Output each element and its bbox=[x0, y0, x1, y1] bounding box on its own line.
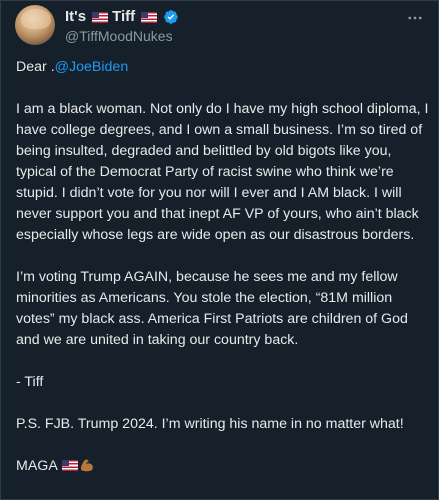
display-name-prefix[interactable]: It's bbox=[65, 8, 86, 26]
tweet-text: Dear .@JoeBiden I am a black woman. Not … bbox=[16, 57, 431, 498]
us-flag-icon bbox=[61, 460, 78, 471]
verified-badge-icon bbox=[163, 9, 179, 25]
tweet-header: It's Tiff @TiffMoodNukes bbox=[15, 5, 428, 45]
avatar[interactable] bbox=[15, 5, 55, 45]
signoff: - Tiff bbox=[16, 374, 44, 390]
display-name-main[interactable]: Tiff bbox=[112, 8, 135, 26]
author-handle[interactable]: @TiffMoodNukes bbox=[65, 28, 183, 45]
mention-link[interactable]: @JoeBiden bbox=[55, 59, 129, 75]
postscript: P.S. FJB. Trump 2024. I’m writing his na… bbox=[16, 416, 404, 432]
greeting-prefix: Dear . bbox=[16, 59, 55, 75]
tweet-card: It's Tiff @TiffMoodNukes Dear .@JoeBiden… bbox=[0, 0, 439, 500]
us-flag-icon bbox=[92, 11, 109, 23]
paragraph-1: I am a black woman. Not only do I have m… bbox=[16, 101, 429, 243]
flexed-biceps-icon bbox=[79, 457, 95, 473]
display-name[interactable]: It's Tiff bbox=[65, 8, 183, 26]
closing-line: MAGA bbox=[16, 456, 431, 477]
closing-text: MAGA bbox=[16, 458, 58, 474]
us-flag-icon bbox=[141, 11, 158, 23]
author-names: It's Tiff @TiffMoodNukes bbox=[65, 8, 183, 45]
paragraph-2: I’m voting Trump AGAIN, because he sees … bbox=[16, 269, 408, 348]
greeting-line: Dear .@JoeBiden bbox=[16, 57, 431, 78]
more-options-icon[interactable] bbox=[404, 9, 426, 27]
